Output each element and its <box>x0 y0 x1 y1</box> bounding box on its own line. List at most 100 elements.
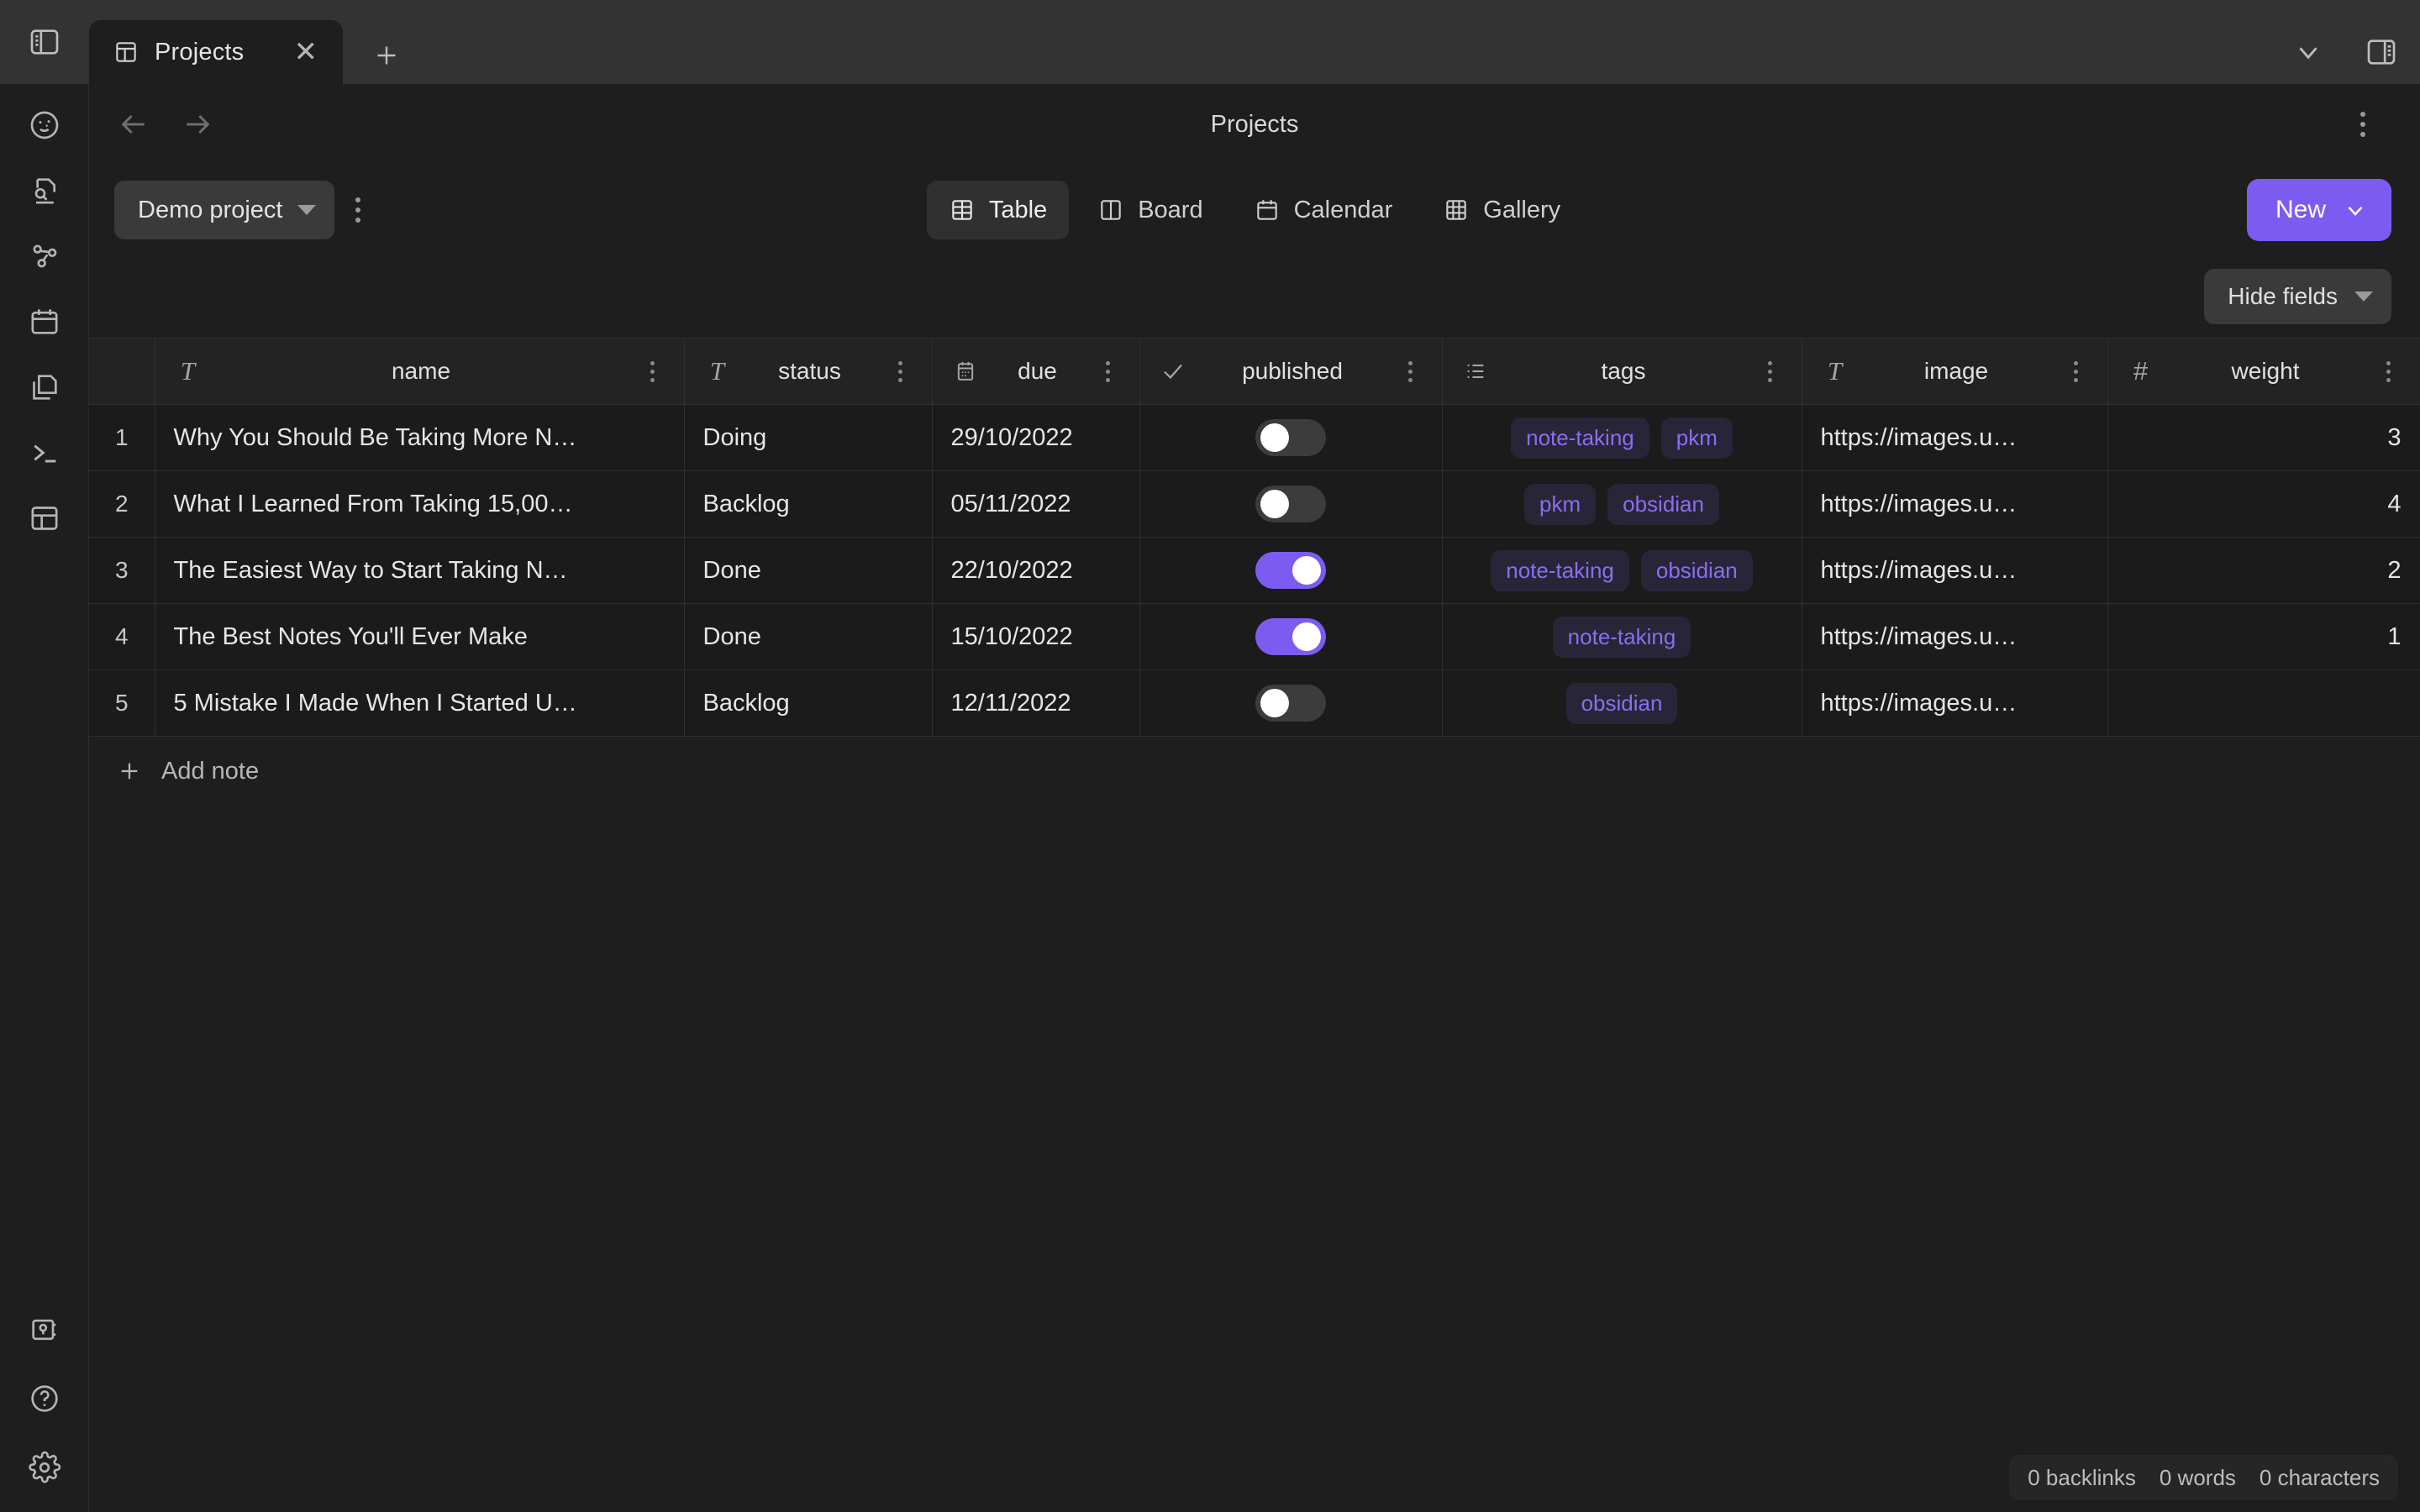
project-selector-label: Demo project <box>138 196 283 223</box>
cell-image[interactable]: https://images.u… <box>1802 470 2108 538</box>
project-more-button[interactable] <box>334 186 381 234</box>
left-sidebar-toggle[interactable] <box>0 0 89 84</box>
published-toggle[interactable] <box>1255 486 1326 522</box>
cell-published[interactable] <box>1139 669 1443 737</box>
row-index: 3 <box>114 557 129 583</box>
new-button[interactable]: New <box>2246 179 2391 241</box>
tab-table[interactable]: Table <box>926 181 1070 239</box>
column-menu-status-icon[interactable] <box>886 360 915 382</box>
tag-pill[interactable]: obsidian <box>1565 682 1678 724</box>
cell-name[interactable]: What I Learned From Taking 15,00… <box>155 470 685 538</box>
tab-calendar[interactable]: Calendar <box>1232 181 1415 239</box>
column-menu-due-icon[interactable] <box>1094 360 1123 382</box>
sidebar-item-face[interactable] <box>13 102 76 148</box>
cell-status[interactable]: Backlog <box>684 669 933 737</box>
arrow-right-icon[interactable] <box>176 104 217 144</box>
column-header-image[interactable]: T image <box>1802 338 2108 405</box>
table-row[interactable]: 1 Why You Should Be Taking More N… Doing… <box>89 404 2420 471</box>
sidebar-item-help[interactable] <box>13 1376 76 1421</box>
new-tab-button[interactable] <box>371 40 402 71</box>
cell-name[interactable]: 5 Mistake I Made When I Started U… <box>155 669 685 737</box>
cell-due[interactable]: 29/10/2022 <box>932 404 1140 471</box>
hide-fields-button[interactable]: Hide fields <box>2204 269 2391 324</box>
tag-pill[interactable]: note-taking <box>1552 616 1691 658</box>
cell-due[interactable]: 05/11/2022 <box>932 470 1140 538</box>
cell-status[interactable]: Done <box>684 603 933 670</box>
sidebar-item-copy[interactable] <box>13 365 76 410</box>
sidebar-item-graph[interactable] <box>13 234 76 279</box>
view-more-button[interactable] <box>2339 101 2386 148</box>
add-note-button[interactable]: Add note <box>89 737 2420 806</box>
column-header-published[interactable]: published <box>1139 338 1443 405</box>
column-menu-weight-icon[interactable] <box>2375 360 2403 382</box>
table-row[interactable]: 4 The Best Notes You'll Ever Make Done 1… <box>89 603 2420 670</box>
tag-pill[interactable]: note-taking <box>1491 549 1629 591</box>
project-selector[interactable]: Demo project <box>114 181 335 239</box>
cell-tags[interactable]: obsidian <box>1442 669 1802 737</box>
cell-status[interactable]: Doing <box>684 404 933 471</box>
published-toggle[interactable] <box>1255 685 1326 722</box>
cell-due[interactable]: 12/11/2022 <box>932 669 1140 737</box>
column-menu-published-icon[interactable] <box>1397 360 1425 382</box>
tab-board[interactable]: Board <box>1076 181 1224 239</box>
cell-published[interactable] <box>1139 404 1443 471</box>
cell-weight[interactable]: 3 <box>2107 404 2420 471</box>
tag-pill[interactable]: obsidian <box>1640 549 1753 591</box>
cell-weight[interactable]: 4 <box>2107 470 2420 538</box>
cell-published[interactable] <box>1139 537 1443 604</box>
cell-weight[interactable]: 2 <box>2107 537 2420 604</box>
sidebar-item-settings[interactable] <box>13 1445 76 1490</box>
column-header-weight[interactable]: # weight <box>2107 338 2420 405</box>
cell-due[interactable]: 22/10/2022 <box>932 537 1140 604</box>
cell-tags[interactable]: note-taking <box>1442 603 1802 670</box>
cell-status[interactable]: Done <box>684 537 933 604</box>
column-header-status[interactable]: T status <box>684 338 933 405</box>
column-label-name: name <box>391 358 451 384</box>
sidebar-right-icon[interactable] <box>2365 35 2398 69</box>
sidebar-item-terminal[interactable] <box>13 430 76 475</box>
cell-published[interactable] <box>1139 603 1443 670</box>
cell-name[interactable]: The Best Notes You'll Ever Make <box>155 603 685 670</box>
column-menu-tags-icon[interactable] <box>1756 360 1785 382</box>
cell-image[interactable]: https://images.u… <box>1802 603 2108 670</box>
cell-image[interactable]: https://images.u… <box>1802 669 2108 737</box>
view-tabs: Table Board Calendar Gallery <box>89 181 2420 239</box>
cell-value-name: 5 Mistake I Made When I Started U… <box>173 689 577 717</box>
column-header-name[interactable]: T name <box>155 338 685 405</box>
cell-name[interactable]: Why You Should Be Taking More N… <box>155 404 685 471</box>
cell-weight[interactable] <box>2107 669 2420 737</box>
tab-gallery[interactable]: Gallery <box>1421 181 1582 239</box>
sidebar-item-calendar[interactable] <box>13 299 76 344</box>
column-header-tags[interactable]: tags <box>1442 338 1802 405</box>
cell-status[interactable]: Backlog <box>684 470 933 538</box>
cell-tags[interactable]: note-taking obsidian <box>1442 537 1802 604</box>
cell-name[interactable]: The Easiest Way to Start Taking N… <box>155 537 685 604</box>
tab-projects[interactable]: Projects ✕ <box>89 20 343 84</box>
sidebar-item-layout[interactable] <box>13 496 76 541</box>
arrow-left-icon[interactable] <box>114 104 155 144</box>
table-row[interactable]: 3 The Easiest Way to Start Taking N… Don… <box>89 537 2420 604</box>
cell-image[interactable]: https://images.u… <box>1802 404 2108 471</box>
cell-due[interactable]: 15/10/2022 <box>932 603 1140 670</box>
cell-published[interactable] <box>1139 470 1443 538</box>
cell-image[interactable]: https://images.u… <box>1802 537 2108 604</box>
cell-tags[interactable]: note-taking pkm <box>1442 404 1802 471</box>
sidebar-item-vault[interactable] <box>13 1307 76 1352</box>
published-toggle[interactable] <box>1255 419 1326 456</box>
tag-pill[interactable]: obsidian <box>1607 483 1719 525</box>
table-row[interactable]: 5 5 Mistake I Made When I Started U… Bac… <box>89 669 2420 737</box>
tag-pill[interactable]: pkm <box>1524 483 1597 525</box>
chevron-down-icon[interactable] <box>2292 36 2324 68</box>
tag-pill[interactable]: note-taking <box>1511 417 1649 459</box>
published-toggle[interactable] <box>1255 552 1326 589</box>
cell-tags[interactable]: pkm obsidian <box>1442 470 1802 538</box>
column-header-due[interactable]: due <box>932 338 1140 405</box>
column-menu-image-icon[interactable] <box>2062 360 2091 382</box>
table-row[interactable]: 2 What I Learned From Taking 15,00… Back… <box>89 470 2420 538</box>
sidebar-item-search[interactable] <box>13 168 76 213</box>
close-icon[interactable]: ✕ <box>286 33 327 71</box>
tag-pill[interactable]: pkm <box>1660 417 1733 459</box>
column-menu-name-icon[interactable] <box>639 360 667 382</box>
cell-weight[interactable]: 1 <box>2107 603 2420 670</box>
published-toggle[interactable] <box>1255 618 1326 655</box>
